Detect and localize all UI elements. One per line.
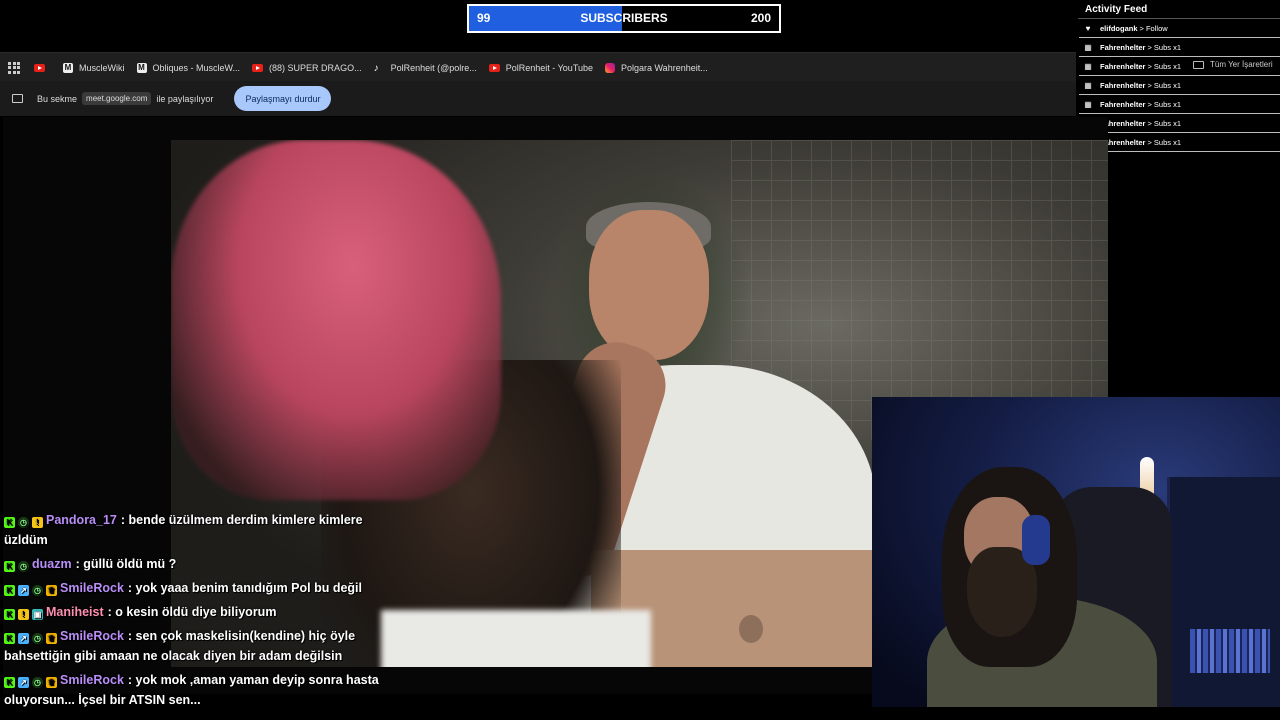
bookmarks-bar: M MuscleWiki M Obliques - MuscleW... (88) … [0, 52, 1076, 82]
activity-feed-title: Activity Feed [1085, 4, 1148, 15]
bookmark-instagram-polgara[interactable]: Polgara Wahrenheit... [605, 62, 708, 73]
subscriber-goal-bar: 99 SUBSCRIBERS 200 [467, 4, 781, 33]
kick-badge-icon: K [4, 609, 15, 620]
og-badge-icon: ↗ [18, 677, 29, 688]
chat-message: K! ▣ Maniheist: o kesin öldü diye biliyoru… [4, 602, 404, 622]
clock-badge-icon: ◷ [18, 517, 29, 528]
chat-overlay: K ◷! Pandora_17: bende üzülmem derdim kiml… [4, 513, 404, 714]
youtube-icon [34, 63, 45, 72]
kick-badge-icon: K [4, 585, 15, 596]
headset [1022, 515, 1050, 565]
chat-text: : o kesin öldü diye biliyorum [107, 605, 277, 619]
sub-badge-icon: ! [32, 517, 43, 528]
heart-icon: ♥ [1085, 23, 1091, 33]
crown-badge-icon: ♛ [46, 677, 57, 688]
chat-message: K ↗ ◷ ♛ SmileRock: yok yaaa benim tanıdığım … [4, 578, 404, 598]
stop-sharing-button[interactable]: Paylaşmayı durdur [234, 86, 332, 111]
bookmark-youtube-polrenheit[interactable]: PolRenheit - YouTube [488, 63, 593, 73]
feed-item: ▦Fahrenhelter> Subs x1 [1079, 76, 1280, 95]
all-bookmarks-folder[interactable]: Tüm Yer İşaretleri [1193, 60, 1273, 69]
bookmark-youtube[interactable] [34, 63, 51, 72]
musclewiki-icon: M [136, 62, 147, 73]
vip-badge-icon: ▣ [32, 609, 43, 620]
bookmark-super-drago[interactable]: (88) SUPER DRAGO... [252, 63, 362, 73]
gift-icon: ▦ [1084, 61, 1092, 71]
musclewiki-icon: M [63, 62, 73, 73]
chat-message: K ↗ ◷ ♛ SmileRock: sen çok maskelisin(kendin… [4, 626, 404, 666]
chat-username: Maniheist [46, 605, 104, 619]
tiktok-icon: ♪ [373, 62, 379, 74]
bookmark-musclewiki[interactable]: M MuscleWiki [63, 62, 125, 73]
sub-badge-icon: ! [18, 609, 29, 620]
clock-badge-icon: ◷ [32, 677, 43, 688]
chat-username: SmileRock [60, 581, 124, 595]
feed-item: ▦Fahrenhelter> Subs x1 [1079, 114, 1280, 133]
clock-badge-icon: ◷ [18, 561, 29, 572]
chat-text: : yok yaaa benim tanıdığım Pol bu değil [127, 581, 362, 595]
clock-badge-icon: ◷ [32, 633, 43, 644]
chat-message: K ◷! Pandora_17: bende üzülmem derdim kiml… [4, 510, 404, 550]
sharing-url: meet.google.com [82, 92, 152, 105]
chat-username: duazm [32, 557, 72, 571]
gift-icon: ▦ [1084, 42, 1092, 52]
feed-item: ▦Fahrenhelter> Subs x1 [1079, 38, 1280, 57]
kick-badge-icon: K [4, 517, 15, 528]
tab-sharing-bar: Bu sekme meet.google.com ile paylaşılıyo… [0, 81, 1076, 116]
feed-item: ▦Fahrenhelter> Subs x1 [1079, 95, 1280, 114]
sharing-suffix: ile paylaşılıyor [156, 93, 214, 104]
chat-text: : güllü öldü mü ? [75, 557, 177, 571]
feed-item: ▦Fahrenhelter> Subs x1 [1079, 133, 1280, 152]
bookmark-obliques[interactable]: M Obliques - MuscleW... [136, 62, 240, 73]
og-badge-icon: ↗ [18, 585, 29, 596]
apple-logo-icon [739, 615, 763, 643]
goal-label: SUBSCRIBERS [580, 11, 668, 25]
chat-message: K ↗ ◷ ♛ SmileRock: yok mok ,aman yaman deyip… [4, 670, 404, 710]
gift-icon: ▦ [1084, 99, 1092, 109]
crown-badge-icon: ♛ [46, 633, 57, 644]
og-badge-icon: ↗ [18, 633, 29, 644]
kick-badge-icon: K [4, 633, 15, 644]
sharing-prefix: Bu sekme [37, 93, 78, 104]
kick-badge-icon: K [4, 677, 15, 688]
feed-item: ♥ elifdogank > Follow [1079, 19, 1280, 38]
stream-top-bar: 99 SUBSCRIBERS 200 [0, 0, 1076, 52]
screen-share-icon [12, 94, 23, 103]
goal-target: 200 [750, 11, 771, 25]
apps-grid-icon[interactable] [8, 61, 20, 74]
clock-badge-icon: ◷ [32, 585, 43, 596]
chat-username: SmileRock [60, 673, 124, 687]
gift-icon: ▦ [1084, 80, 1092, 90]
chat-message: K ◷ duazm: güllü öldü mü ? [4, 554, 404, 574]
instagram-icon [605, 62, 615, 73]
folder-icon [1193, 60, 1204, 69]
kick-badge-icon: K [4, 561, 15, 572]
streamer-webcam [872, 397, 1280, 707]
chat-username: Pandora_17 [46, 513, 117, 527]
youtube-icon [252, 63, 264, 72]
bookmark-tiktok-polrenheit[interactable]: ♪ PolRenheit (@polre... [373, 62, 477, 74]
youtube-icon [488, 63, 500, 72]
chat-username: SmileRock [60, 629, 124, 643]
crown-badge-icon: ♛ [46, 585, 57, 596]
